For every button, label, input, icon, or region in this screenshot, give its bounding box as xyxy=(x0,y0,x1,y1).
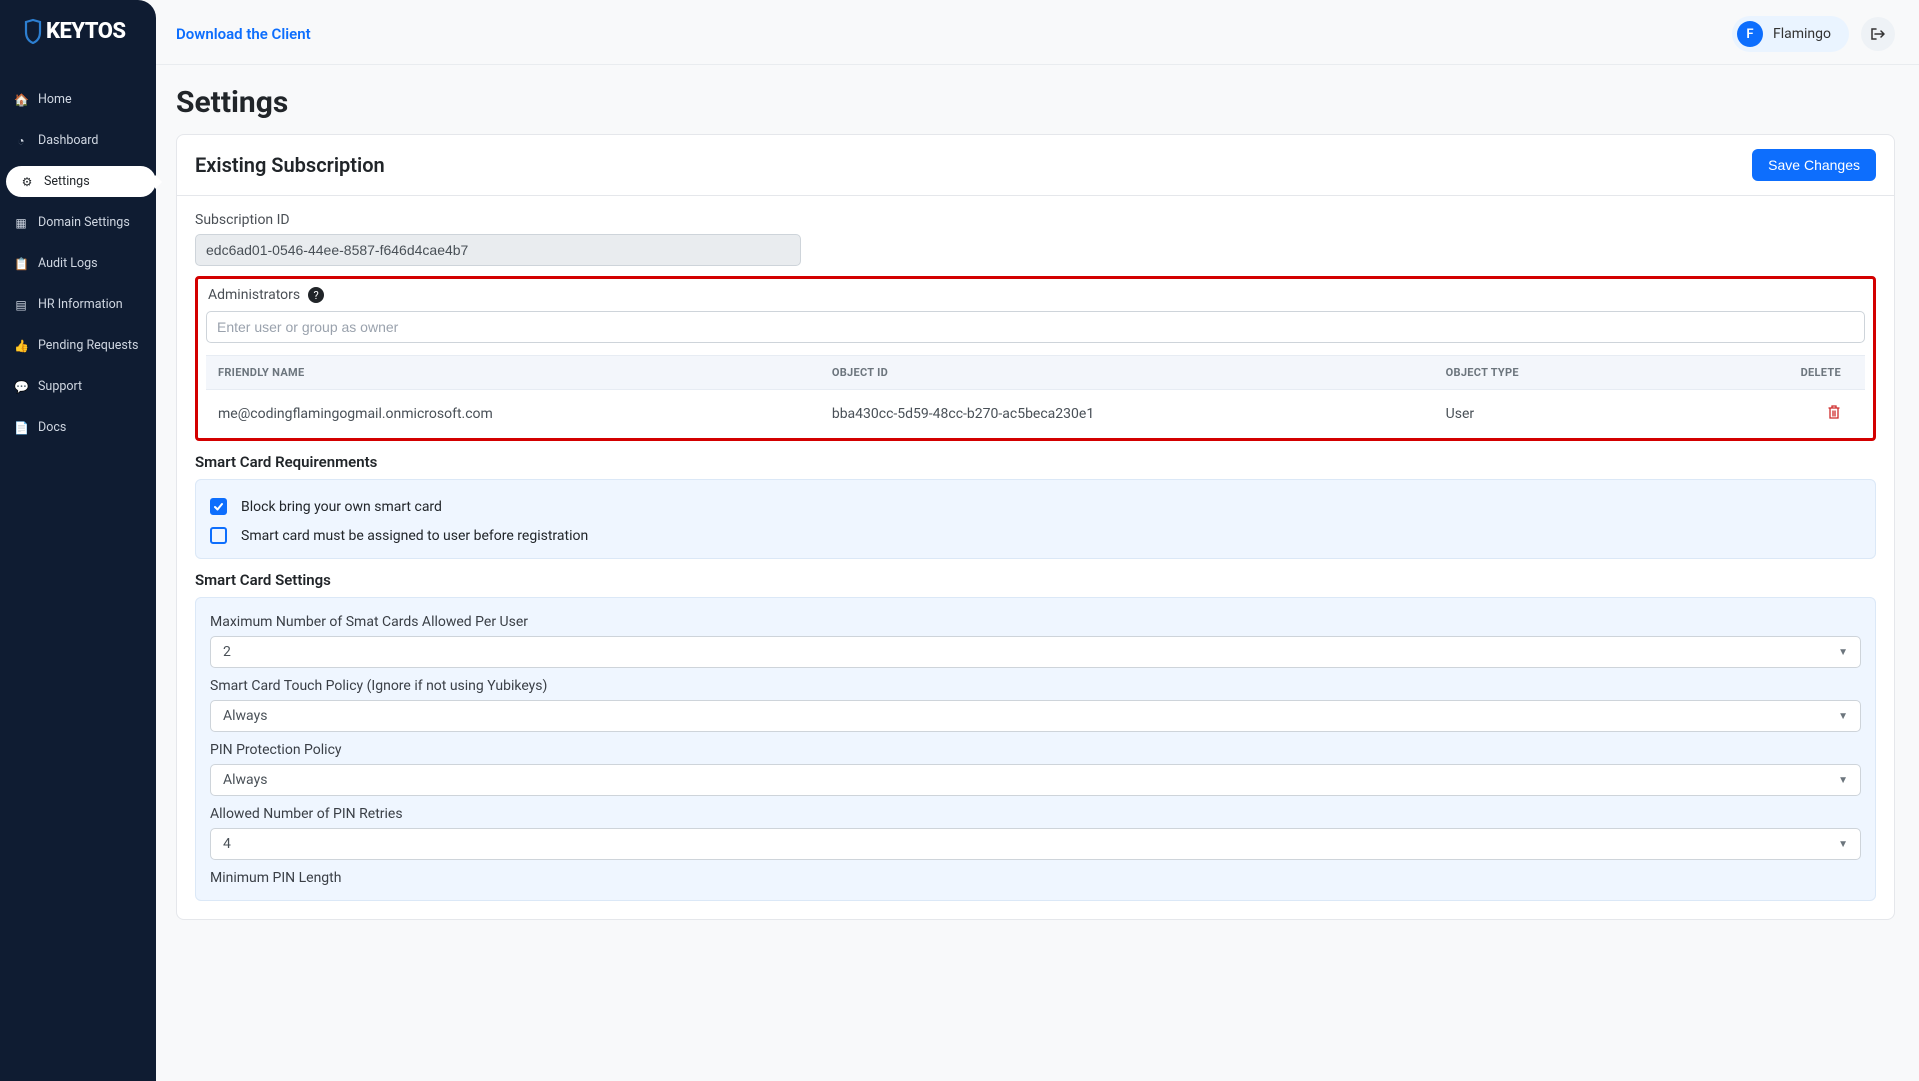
administrators-label: Administrators xyxy=(208,287,300,303)
smartcard-settings-panel: Maximum Number of Smat Cards Allowed Per… xyxy=(195,597,1876,901)
checkbox-label: Block bring your own smart card xyxy=(241,499,442,515)
avatar: F xyxy=(1737,21,1763,47)
col-friendly-name: FRIENDLY NAME xyxy=(206,356,820,390)
user-name: Flamingo xyxy=(1773,26,1831,42)
max-smartcards-select[interactable]: 2 ▼ xyxy=(210,636,1861,668)
sidebar-item-label: Domain Settings xyxy=(38,215,130,230)
logo-text: KEYTOS xyxy=(46,19,126,44)
subscription-id-field xyxy=(195,234,801,266)
select-value: 2 xyxy=(223,644,231,660)
trash-icon xyxy=(1827,404,1841,420)
save-changes-button[interactable]: Save Changes xyxy=(1752,149,1876,181)
assigned-before-registration-checkbox[interactable] xyxy=(210,527,227,544)
delete-admin-button[interactable] xyxy=(1827,408,1841,424)
page-title: Settings xyxy=(176,85,1895,120)
sidebar-item-label: Home xyxy=(38,92,72,107)
hr-icon: ▤ xyxy=(14,298,28,312)
topbar: Download the Client F Flamingo xyxy=(156,0,1919,65)
sidebar: KEYTOS 🏠 Home ◔ Dashboard ⚙ Settings ▦ D… xyxy=(0,0,156,1081)
logout-icon xyxy=(1870,27,1886,41)
table-row: me@codingflamingogmail.onmicrosoft.com b… xyxy=(206,390,1865,439)
docs-icon: 📄 xyxy=(14,421,28,435)
subscription-id-label: Subscription ID xyxy=(195,212,1876,228)
help-icon[interactable]: ? xyxy=(308,287,324,303)
sidebar-nav: 🏠 Home ◔ Dashboard ⚙ Settings ▦ Domain S… xyxy=(0,84,156,443)
sidebar-item-label: Audit Logs xyxy=(38,256,98,271)
sidebar-item-label: Support xyxy=(38,379,82,394)
chat-icon: 💬 xyxy=(14,380,28,394)
check-icon xyxy=(213,501,224,512)
chevron-down-icon: ▼ xyxy=(1838,775,1848,786)
card-header: Existing Subscription Save Changes xyxy=(177,135,1894,196)
chevron-down-icon: ▼ xyxy=(1838,839,1848,850)
settings-card: Existing Subscription Save Changes Subsc… xyxy=(176,134,1895,920)
administrators-section-highlight: Administrators ? FRIENDLY NAME OBJECT ID… xyxy=(195,276,1876,441)
sidebar-item-support[interactable]: 💬 Support xyxy=(0,371,156,402)
sidebar-item-label: Pending Requests xyxy=(38,338,138,353)
thumb-up-icon: 👍 xyxy=(14,339,28,353)
chevron-down-icon: ▼ xyxy=(1838,711,1848,722)
touch-policy-select[interactable]: Always ▼ xyxy=(210,700,1861,732)
field-label: Allowed Number of PIN Retries xyxy=(210,806,1861,822)
select-value: 4 xyxy=(223,836,231,852)
section-title: Existing Subscription xyxy=(195,153,385,177)
sidebar-item-dashboard[interactable]: ◔ Dashboard xyxy=(0,125,156,156)
checkbox-label: Smart card must be assigned to user befo… xyxy=(241,528,588,544)
col-object-type: OBJECT TYPE xyxy=(1434,356,1733,390)
download-client-link[interactable]: Download the Client xyxy=(176,25,311,43)
logo-shield-icon xyxy=(24,18,42,44)
block-byo-smartcard-checkbox[interactable] xyxy=(210,498,227,515)
domain-icon: ▦ xyxy=(14,216,28,230)
select-value: Always xyxy=(223,708,267,724)
sidebar-item-home[interactable]: 🏠 Home xyxy=(0,84,156,115)
field-label: Maximum Number of Smat Cards Allowed Per… xyxy=(210,614,1861,630)
chevron-down-icon: ▼ xyxy=(1838,647,1848,658)
cell-friendly-name: me@codingflamingogmail.onmicrosoft.com xyxy=(206,390,820,439)
select-value: Always xyxy=(223,772,267,788)
field-label: PIN Protection Policy xyxy=(210,742,1861,758)
sidebar-item-audit-logs[interactable]: 📋 Audit Logs xyxy=(0,248,156,279)
cell-object-id: bba430cc-5d59-48cc-b270-ac5beca230e1 xyxy=(820,390,1434,439)
field-label: Minimum PIN Length xyxy=(210,870,1861,886)
smartcard-requirements-panel: Block bring your own smart card Smart ca… xyxy=(195,479,1876,559)
smartcard-requirements-title: Smart Card Requirenments xyxy=(195,453,1876,471)
gear-icon: ⚙ xyxy=(20,175,34,189)
sidebar-item-hr-information[interactable]: ▤ HR Information xyxy=(0,289,156,320)
field-label: Smart Card Touch Policy (Ignore if not u… xyxy=(210,678,1861,694)
sidebar-item-docs[interactable]: 📄 Docs xyxy=(0,412,156,443)
sidebar-item-label: HR Information xyxy=(38,297,123,312)
home-icon: 🏠 xyxy=(14,93,28,107)
col-object-id: OBJECT ID xyxy=(820,356,1434,390)
administrators-input[interactable] xyxy=(206,311,1865,343)
sidebar-item-label: Docs xyxy=(38,420,66,435)
col-delete: DELETE xyxy=(1732,356,1865,390)
pin-protection-select[interactable]: Always ▼ xyxy=(210,764,1861,796)
pin-retries-select[interactable]: 4 ▼ xyxy=(210,828,1861,860)
clipboard-icon: 📋 xyxy=(14,257,28,271)
administrators-table: FRIENDLY NAME OBJECT ID OBJECT TYPE DELE… xyxy=(206,355,1865,438)
sidebar-item-label: Dashboard xyxy=(38,133,98,148)
main: Download the Client F Flamingo Settings … xyxy=(156,0,1919,1081)
sidebar-item-settings[interactable]: ⚙ Settings xyxy=(6,166,156,197)
cell-object-type: User xyxy=(1434,390,1733,439)
sidebar-item-pending-requests[interactable]: 👍 Pending Requests xyxy=(0,330,156,361)
logo: KEYTOS xyxy=(0,0,156,54)
smartcard-settings-title: Smart Card Settings xyxy=(195,571,1876,589)
sidebar-item-label: Settings xyxy=(44,174,90,189)
dashboard-icon: ◔ xyxy=(14,134,28,148)
user-chip[interactable]: F Flamingo xyxy=(1732,16,1849,52)
logout-button[interactable] xyxy=(1861,17,1895,51)
sidebar-item-domain-settings[interactable]: ▦ Domain Settings xyxy=(0,207,156,238)
